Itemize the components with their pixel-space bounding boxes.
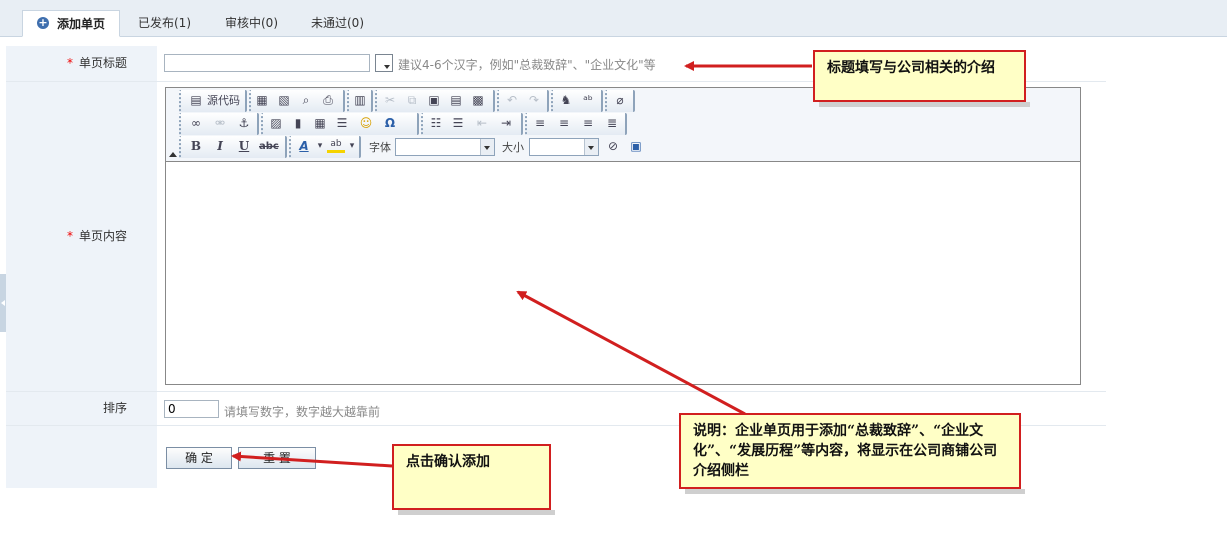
actions-label <box>6 426 157 488</box>
toolbar-group: B I U abc <box>179 136 287 158</box>
content-label-text: 单页内容 <box>78 229 127 243</box>
align-left-icon[interactable]: ≡ <box>531 115 549 132</box>
source-icon: ▤ <box>190 93 202 107</box>
reset-button[interactable]: 重 置 <box>238 447 316 469</box>
tab-published[interactable]: 已发布(1) <box>138 10 191 36</box>
editor-content-area[interactable] <box>166 162 1080 384</box>
title-hint: 建议4-6个汉字，例如"总裁致辞"、"企业文化"等 <box>398 58 656 72</box>
new-page-icon[interactable]: ▦ <box>253 92 271 109</box>
tab-published-label: 已发布(1) <box>138 16 191 30</box>
tab-rejected[interactable]: 未通过(0) <box>311 10 364 36</box>
required-mark: * <box>66 229 73 243</box>
title-input[interactable] <box>164 54 370 72</box>
redo-icon[interactable]: ↷ <box>525 92 543 109</box>
special-char-icon[interactable]: Ω <box>381 115 399 132</box>
toolbar-group: ▦ ▧ ⌕ ⎙ <box>249 90 345 112</box>
title-label-text: 单页标题 <box>78 56 127 70</box>
outdent-icon[interactable]: ⇤ <box>473 115 491 132</box>
remove-format-icon[interactable]: ⌀ <box>611 92 629 109</box>
toolbar-group: ∞ ⚮ ⚓ <box>179 113 259 135</box>
size-label: 大小 <box>502 141 524 154</box>
tab-rejected-label: 未通过(0) <box>311 16 364 30</box>
toolbar-group: ▨ ▮ ▦ ☰ ☺ Ω <box>261 113 419 135</box>
save-icon[interactable]: ▧ <box>275 92 293 109</box>
toolbar-group: ⌀ <box>605 90 635 112</box>
chevron-down-icon <box>584 139 598 155</box>
horizontal-rule-icon[interactable]: ☰ <box>333 115 351 132</box>
rich-text-editor: ▤ 源代码 ▦ ▧ ⌕ ⎙ ▥ ✂ ⧉ ▣ ▤ ▩ ↶ ↷ ♞ ᵃᵇ ⌀ ∞ ⚮… <box>165 87 1081 385</box>
unlink-icon[interactable]: ⚮ <box>211 115 229 132</box>
content-label: * 单页内容 <box>6 82 157 391</box>
italic-button[interactable]: I <box>211 138 229 155</box>
chevron-down-icon[interactable]: ▾ <box>343 138 361 155</box>
attachment-icon[interactable]: ⊘ <box>604 138 622 155</box>
copy-icon[interactable]: ⧉ <box>403 92 421 109</box>
replace-icon[interactable]: ᵃᵇ <box>579 92 597 109</box>
toolbar-group: A ▾ ab ▾ <box>289 136 361 158</box>
source-button[interactable]: 源代码 <box>205 92 242 109</box>
tab-reviewing[interactable]: 审核中(0) <box>225 10 278 36</box>
toolbar-group: ☷ ☰ ⇤ ⇥ <box>421 113 523 135</box>
font-label: 字体 <box>369 141 391 154</box>
tab-add-page[interactable]: + 添加单页 <box>22 10 121 37</box>
paste-icon[interactable]: ▣ <box>425 92 443 109</box>
toolbar-collapse-icon[interactable] <box>169 152 177 157</box>
chevron-down-icon <box>480 139 494 155</box>
align-right-icon[interactable]: ≡ <box>579 115 597 132</box>
plus-circle-icon: + <box>37 16 49 29</box>
print-icon[interactable]: ⎙ <box>319 92 337 109</box>
underline-button[interactable]: U <box>235 138 253 155</box>
toolbar-group: ▤ 源代码 <box>179 90 247 112</box>
paste-word-icon[interactable]: ▩ <box>469 92 487 109</box>
toolbar-group: ✂ ⧉ ▣ ▤ ▩ <box>375 90 495 112</box>
link-icon[interactable]: ∞ <box>187 115 205 132</box>
title-color-picker[interactable] <box>375 54 393 72</box>
bold-button[interactable]: B <box>187 138 205 155</box>
toolbar-group: ♞ ᵃᵇ <box>551 90 603 112</box>
title-label: * 单页标题 <box>6 46 157 81</box>
align-center-icon[interactable]: ≡ <box>555 115 573 132</box>
anchor-icon[interactable]: ⚓ <box>235 115 253 132</box>
preview-icon[interactable]: ⌕ <box>297 92 315 109</box>
flash-icon[interactable]: ▮ <box>289 115 307 132</box>
toolbar-group: ▥ <box>347 90 373 112</box>
sort-hint: 请填写数字，数字越大越靠前 <box>224 405 381 419</box>
bulleted-list-icon[interactable]: ☰ <box>449 115 467 132</box>
templates-icon[interactable]: ▥ <box>351 92 369 109</box>
numbered-list-icon[interactable]: ☷ <box>427 115 445 132</box>
smiley-icon[interactable]: ☺ <box>357 115 375 132</box>
size-select[interactable] <box>529 138 599 156</box>
confirm-callout: 点击确认添加 <box>392 444 555 515</box>
paste-text-icon[interactable]: ▤ <box>447 92 465 109</box>
find-icon[interactable]: ♞ <box>557 92 575 109</box>
sort-label: 排序 <box>6 392 157 425</box>
tab-add-page-label: 添加单页 <box>57 17 106 31</box>
table-icon[interactable]: ▦ <box>311 115 329 132</box>
sort-input[interactable] <box>164 400 219 418</box>
content-callout: 说明：企业单页用于添加“总裁致辞”、“企业文化”、“发展历程”等内容，将显示在公… <box>679 413 1025 494</box>
indent-icon[interactable]: ⇥ <box>497 115 515 132</box>
align-justify-icon[interactable]: ≣ <box>603 115 621 132</box>
title-callout: 标题填写与公司相关的介绍 <box>813 50 1030 107</box>
cut-icon[interactable]: ✂ <box>381 92 399 109</box>
tab-reviewing-label: 审核中(0) <box>225 16 278 30</box>
toolbar-group: ≡ ≡ ≡ ≣ <box>525 113 627 135</box>
toolbar-group: ↶ ↷ <box>497 90 549 112</box>
tab-bar: + 添加单页 已发布(1) 审核中(0) 未通过(0) <box>0 0 1227 37</box>
maximize-icon[interactable]: ▣ <box>627 138 645 155</box>
undo-icon[interactable]: ↶ <box>503 92 521 109</box>
required-mark: * <box>66 56 73 70</box>
font-select[interactable] <box>395 138 495 156</box>
confirm-button[interactable]: 确 定 <box>166 447 232 469</box>
strikethrough-button[interactable]: abc <box>259 138 279 155</box>
image-icon[interactable]: ▨ <box>267 115 285 132</box>
